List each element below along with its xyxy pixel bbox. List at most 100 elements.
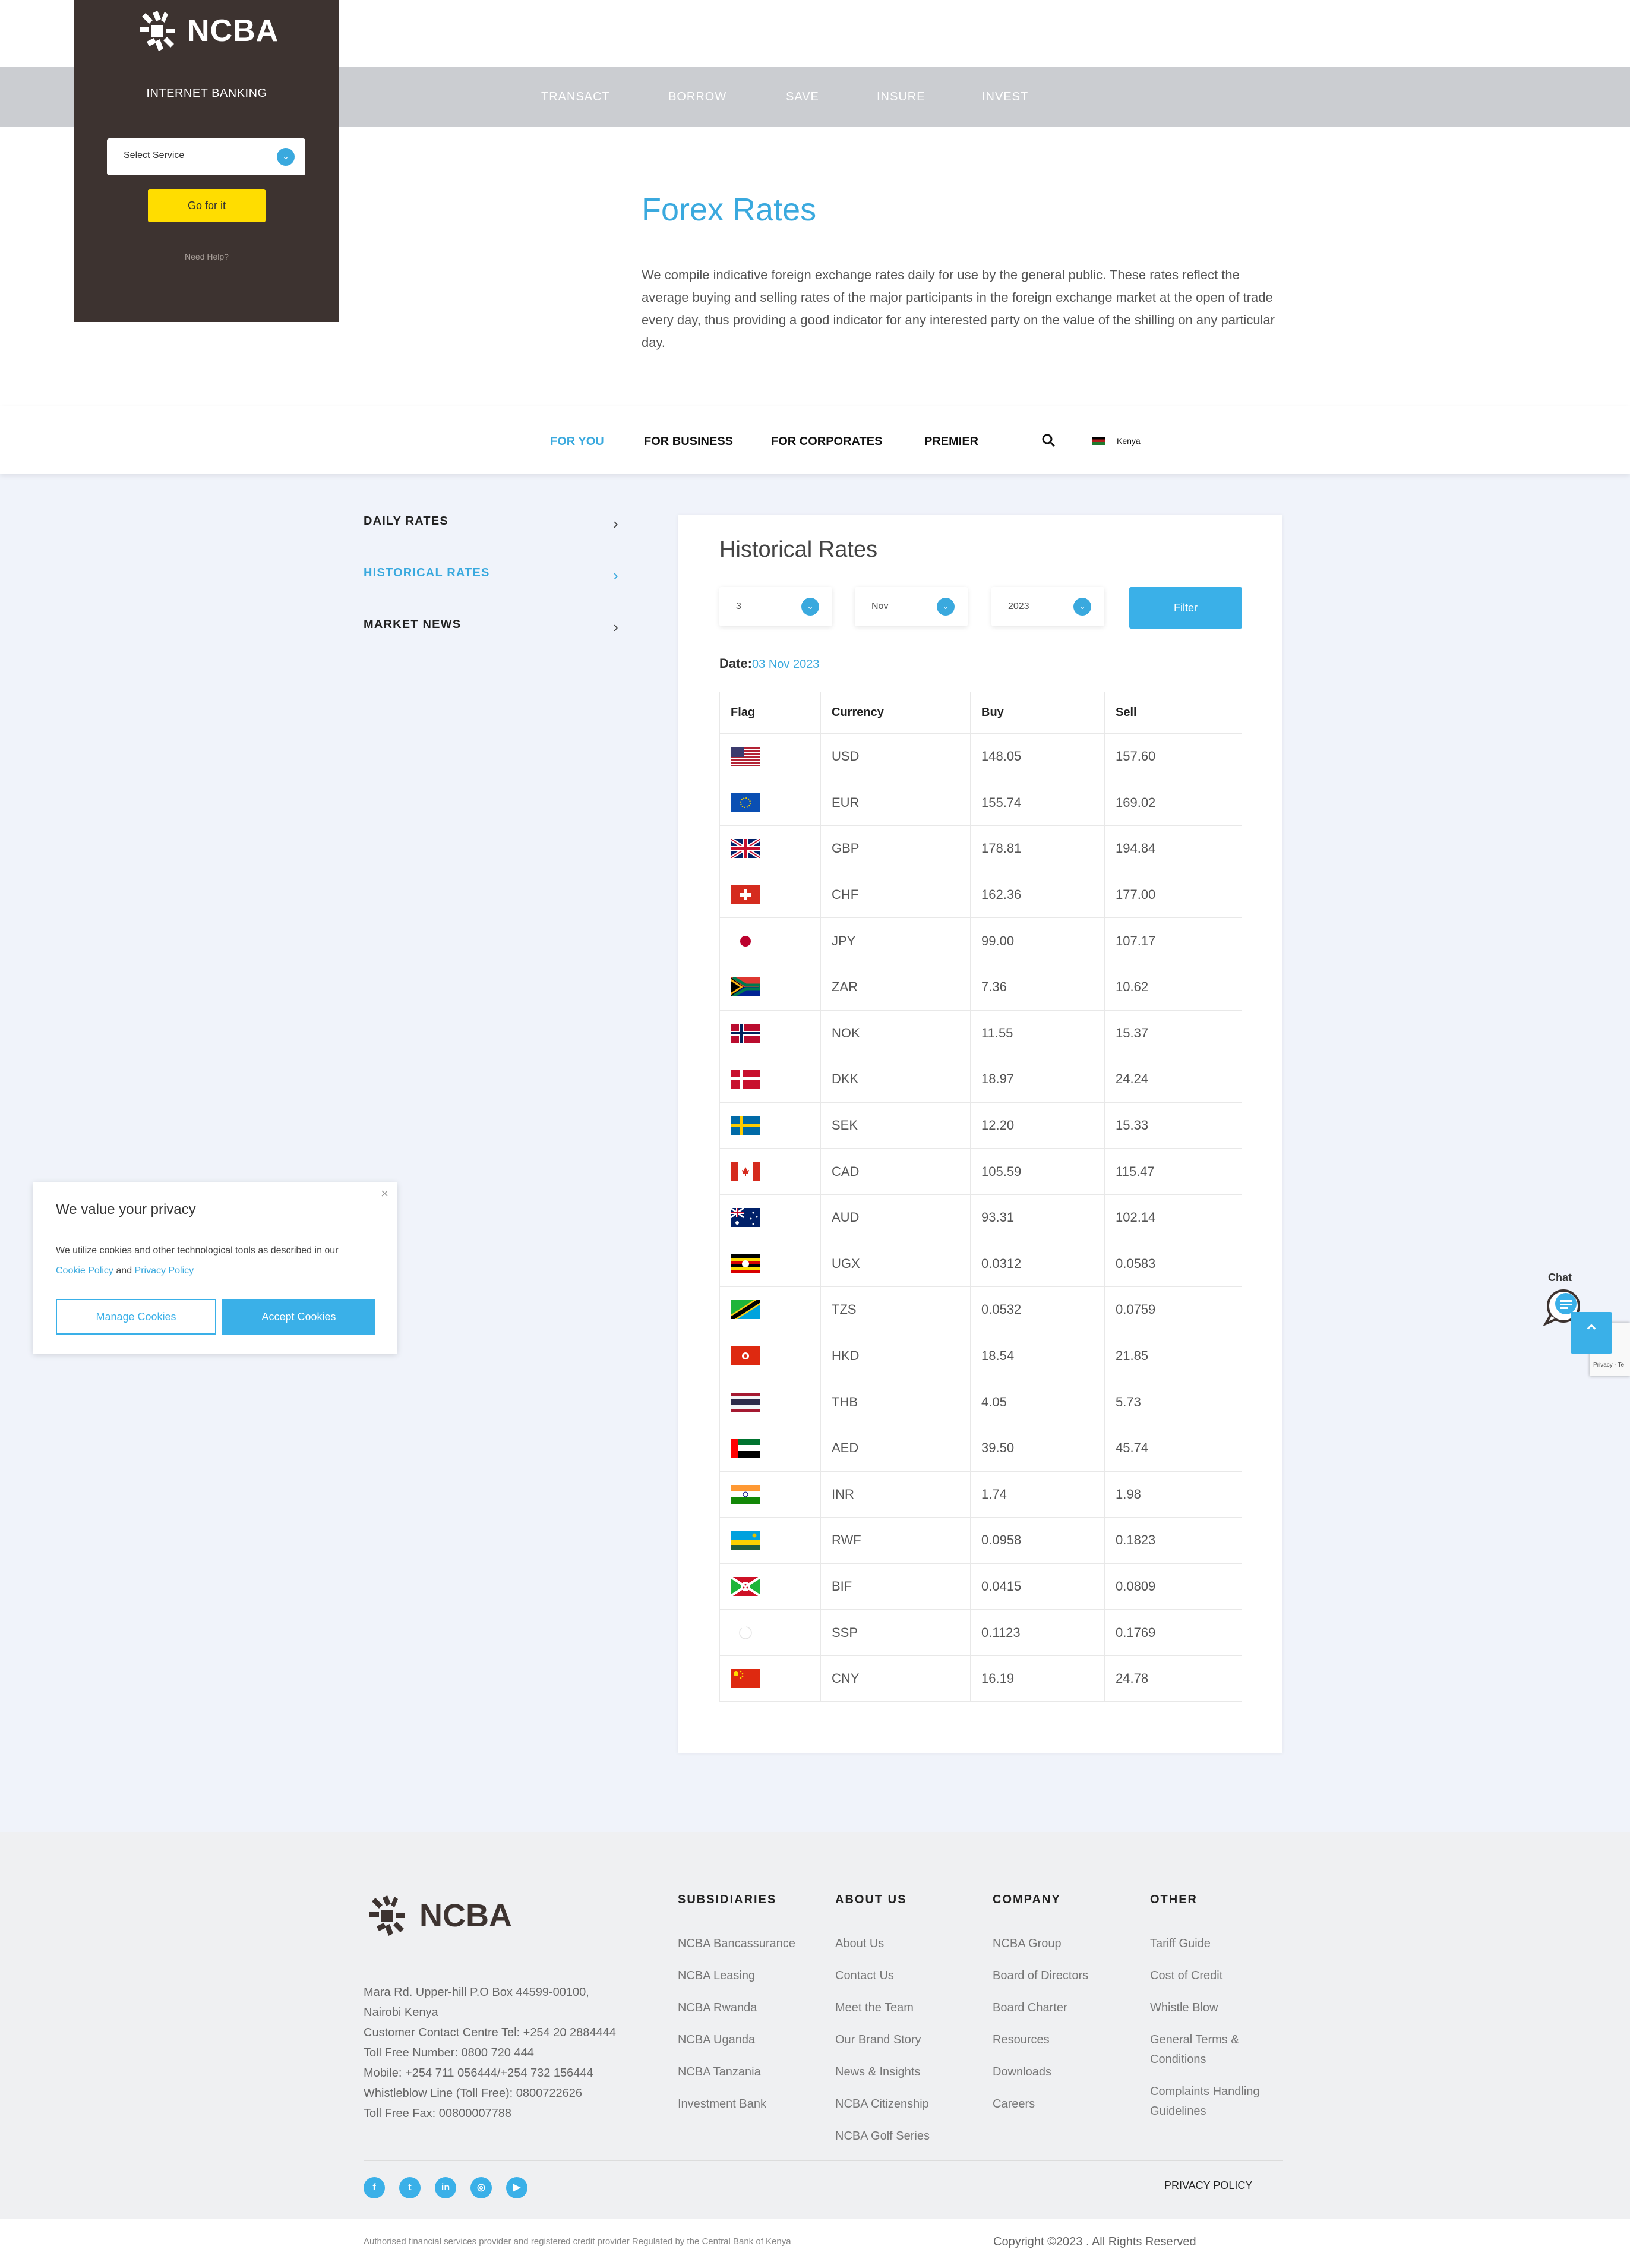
thailand-flag-icon [731,1392,760,1412]
scroll-to-top-button[interactable]: ⌃ [1571,1312,1612,1354]
day-select[interactable]: 3 ⌄ [719,587,832,626]
nav-invest[interactable]: INVEST [982,90,1028,104]
hong-kong-flag-icon [731,1346,760,1366]
footer-link[interactable]: NCBA Group [993,1934,1123,1954]
address-line: Whistleblow Line (Toll Free): 0800722626 [364,2087,582,2100]
footer-link[interactable]: General Terms & Conditions [1150,2030,1281,2070]
cookie-text: We utilize cookies and other technologic… [56,1241,365,1281]
cookie-policy-link[interactable]: Cookie Policy [56,1266,113,1276]
linkedin-icon[interactable]: in [435,2177,456,2198]
facebook-icon[interactable]: f [364,2177,385,2198]
buy-rate: 1.74 [970,1471,1105,1518]
table-row: NOK 11.55 15.37 [719,1010,1242,1057]
footer-link[interactable]: NCBA Rwanda [678,1998,808,2018]
sell-rate: 0.0759 [1104,1286,1242,1333]
footer-bottom [0,2219,1630,2268]
buy-rate: 0.1123 [970,1609,1105,1656]
footer-logo[interactable]: NCBA [364,1892,512,1939]
table-row: CNY 16.19 24.78 [719,1655,1242,1702]
internet-banking-label: INTERNET BANKING [146,87,267,100]
need-help-link[interactable]: Need Help? [74,252,339,261]
norway-flag-icon [731,1023,760,1043]
footer-link[interactable]: Board of Directors [993,1966,1123,1986]
footer-link[interactable]: Cost of Credit [1150,1966,1281,1986]
nav-borrow[interactable]: BORROW [668,90,726,104]
address-line: Customer Contact Centre Tel: +254 20 288… [364,2026,616,2039]
table-row: SEK 12.20 15.33 [719,1102,1242,1149]
buy-rate: 11.55 [970,1010,1105,1057]
footer-link[interactable]: Our Brand Story [835,2030,966,2050]
table-row: CAD 105.59 115.47 [719,1148,1242,1195]
accept-cookies-button[interactable]: Accept Cookies [222,1299,375,1335]
buy-rate: 93.31 [970,1194,1105,1241]
year-select[interactable]: 2023 ⌄ [991,587,1104,626]
youtube-icon[interactable]: ▶ [506,2177,527,2198]
table-row: DKK 18.97 24.24 [719,1056,1242,1103]
footer-link[interactable]: NCBA Bancassurance [678,1934,808,1954]
sell-rate: 45.74 [1104,1424,1242,1472]
footer-link[interactable]: Investment Bank [678,2094,808,2114]
footer-link[interactable]: Contact Us [835,1966,966,1986]
footer-link[interactable]: Careers [993,2094,1123,2114]
buy-rate: 39.50 [970,1424,1105,1472]
select-service-dropdown[interactable]: Select Service ⌄ [107,138,305,175]
nav-for-you[interactable]: FOR YOU [550,435,604,449]
instagram-icon[interactable]: ◎ [470,2177,492,2198]
footer-link[interactable]: Meet the Team [835,1998,966,2018]
footer-link[interactable]: NCBA Tanzania [678,2062,808,2082]
side-menu-daily-rates[interactable]: DAILY RATES › [364,515,619,538]
table-row: USD 148.05 157.60 [719,733,1242,780]
footer-link[interactable]: NCBA Golf Series [835,2127,966,2146]
buy-rate: 7.36 [970,963,1105,1011]
chat-label: Chat [1548,1272,1572,1283]
footer-link[interactable]: Whistle Blow [1150,1998,1281,2018]
search-icon[interactable] [1041,433,1056,448]
uk-flag-icon [731,839,760,859]
go-for-it-button[interactable]: Go for it [148,189,266,222]
country-selector[interactable]: Kenya [1092,436,1141,446]
month-select[interactable]: Nov ⌄ [855,587,968,626]
manage-cookies-button[interactable]: Manage Cookies [56,1299,216,1335]
footer-link[interactable]: News & Insights [835,2062,966,2082]
side-menu-historical-rates[interactable]: HISTORICAL RATES › [364,566,619,590]
rates-table: Flag Currency Buy Sell USD 148.05 157.60… [719,692,1242,1702]
side-menu-market-news[interactable]: MARKET NEWS › [364,618,619,642]
footer-link[interactable]: NCBA Citizenship [835,2094,966,2114]
nav-transact[interactable]: TRANSACT [541,90,610,104]
table-row: ZAR 7.36 10.62 [719,963,1242,1011]
privacy-policy-link[interactable]: Privacy Policy [135,1266,194,1276]
nav-insure[interactable]: INSURE [877,90,925,104]
china-flag-icon [731,1669,760,1689]
buy-rate: 99.00 [970,917,1105,964]
footer-link[interactable]: About Us [835,1934,966,1954]
currency-code: HKD [820,1332,971,1380]
footer-link[interactable]: NCBA Leasing [678,1966,808,1986]
historical-rates-card: Historical Rates 3 ⌄ Nov ⌄ 2023 ⌄ Filter… [678,515,1282,1753]
nav-premier[interactable]: PREMIER [924,435,978,449]
footer-link[interactable]: Tariff Guide [1150,1934,1281,1954]
nav-save[interactable]: SAVE [786,90,819,104]
currency-code: CNY [820,1655,971,1702]
buy-rate: 4.05 [970,1379,1105,1425]
india-flag-icon [731,1484,760,1504]
footer-link[interactable]: Board Charter [993,1998,1123,2018]
table-row: INR 1.74 1.98 [719,1471,1242,1518]
footer-link[interactable]: Downloads [993,2062,1123,2082]
nav-for-corporates[interactable]: FOR CORPORATES [771,435,882,449]
header-currency: Currency [820,692,971,734]
tanzania-flag-icon [731,1300,760,1320]
footer-col-title: SUBSIDIARIES [678,1893,777,1906]
footer-link[interactable]: Resources [993,2030,1123,2050]
currency-code: JPY [820,917,971,964]
privacy-policy-footer-link[interactable]: PRIVACY POLICY [1164,2179,1252,2192]
close-icon[interactable]: × [381,1186,388,1201]
twitter-icon[interactable]: t [399,2177,421,2198]
filter-button[interactable]: Filter [1129,587,1242,629]
footer-link[interactable]: Complaints Handling Guidelines [1150,2082,1281,2121]
currency-code: THB [820,1379,971,1425]
footer-link[interactable]: NCBA Uganda [678,2030,808,2050]
rwanda-flag-icon [731,1531,760,1550]
kenya-flag-icon [1092,437,1105,445]
ncba-logo[interactable]: NCBA [134,7,279,55]
nav-for-business[interactable]: FOR BUSINESS [644,435,733,449]
